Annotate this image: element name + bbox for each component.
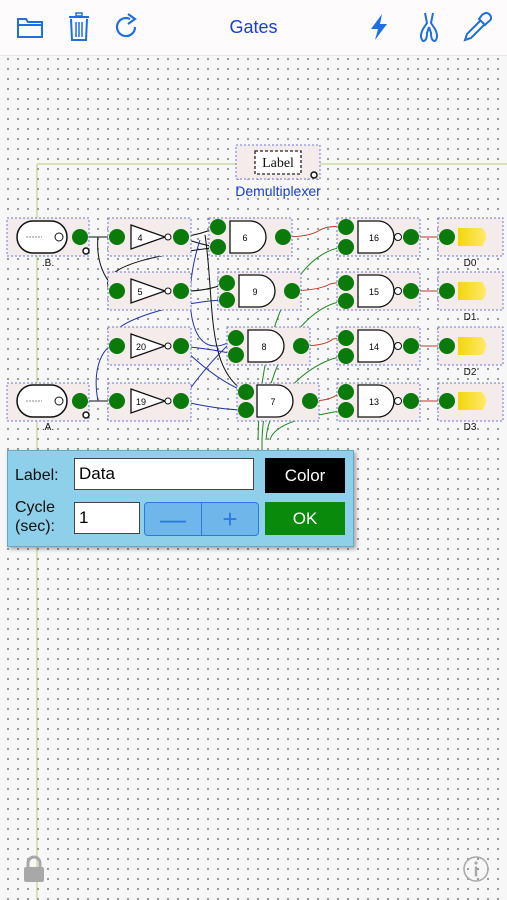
circuit-title: Demultiplexer (235, 183, 321, 199)
switch-a-label: .A. (42, 422, 54, 433)
lightning-icon[interactable] (362, 10, 396, 44)
stepper-plus-button[interactable]: + (202, 503, 258, 535)
nand-gate-13-label: 13 (369, 397, 379, 407)
and-gate-9-label: 9 (252, 287, 257, 297)
stepper-minus-button[interactable]: — (145, 503, 201, 535)
wire-cutter-icon[interactable] (412, 10, 446, 44)
not-gate-19[interactable]: 19 (107, 382, 192, 422)
not-gate-20[interactable]: 20 (107, 326, 192, 366)
not-gate-20-label: 20 (136, 342, 146, 352)
label-component[interactable]: Label (235, 144, 321, 180)
color-button[interactable]: Color (265, 458, 345, 493)
led-d2-label: D2 (464, 367, 477, 378)
properties-dialog: Label: Data Cycle (sec): 1 — + Color OK (7, 450, 354, 547)
nand-gate-15[interactable]: 15 (336, 271, 421, 311)
info-icon[interactable] (462, 855, 490, 888)
label-box-text: Label (262, 156, 294, 171)
and-gate-7-label: 7 (270, 397, 275, 407)
cycle-stepper: — + (144, 502, 259, 536)
nand-gate-14-label: 14 (369, 342, 379, 352)
and-gate-9[interactable]: 9 (217, 271, 302, 311)
led-output-d1[interactable] (437, 271, 504, 311)
and-gate-8[interactable]: 8 (226, 326, 311, 366)
and-gate-6-label: 6 (242, 233, 247, 243)
switch-b-label: .B. (42, 258, 54, 269)
switch-b[interactable] (6, 217, 90, 257)
nand-gate-14[interactable]: 14 (336, 326, 421, 366)
led-output-d2[interactable] (437, 326, 504, 366)
switch-a[interactable] (6, 382, 90, 422)
and-gate-7[interactable]: 7 (236, 382, 320, 422)
eyedropper-icon[interactable] (460, 10, 494, 44)
led-d3-label: D3 (464, 422, 477, 433)
nand-gate-16[interactable]: 16 (336, 217, 421, 257)
label-input[interactable]: Data (74, 458, 254, 490)
nand-gate-16-label: 16 (369, 233, 379, 243)
led-output-d3[interactable] (437, 382, 504, 422)
not-gate-5[interactable]: 5 (107, 271, 192, 311)
cycle-input[interactable]: 1 (74, 502, 140, 534)
led-d1-label: D1 (464, 312, 477, 323)
and-gate-8-label: 8 (261, 342, 266, 352)
not-gate-4-label: 4 (137, 233, 142, 243)
ok-button[interactable]: OK (265, 502, 345, 535)
toolbar: Gates (0, 0, 507, 56)
nand-gate-15-label: 15 (369, 287, 379, 297)
and-gate-6[interactable]: 6 (208, 217, 293, 257)
led-d0-label: D0 (464, 258, 477, 269)
not-gate-5-label: 5 (137, 287, 142, 297)
nand-gate-13[interactable]: 13 (336, 382, 421, 422)
not-gate-4[interactable]: 4 (107, 217, 192, 257)
not-gate-19-label: 19 (136, 397, 146, 407)
cycle-caption-line2: (sec): (15, 518, 55, 535)
label-caption: Label: (15, 467, 59, 484)
lock-icon[interactable] (22, 855, 46, 888)
led-output-d0[interactable] (437, 217, 504, 257)
cycle-caption-line1: Cycle (15, 499, 56, 516)
